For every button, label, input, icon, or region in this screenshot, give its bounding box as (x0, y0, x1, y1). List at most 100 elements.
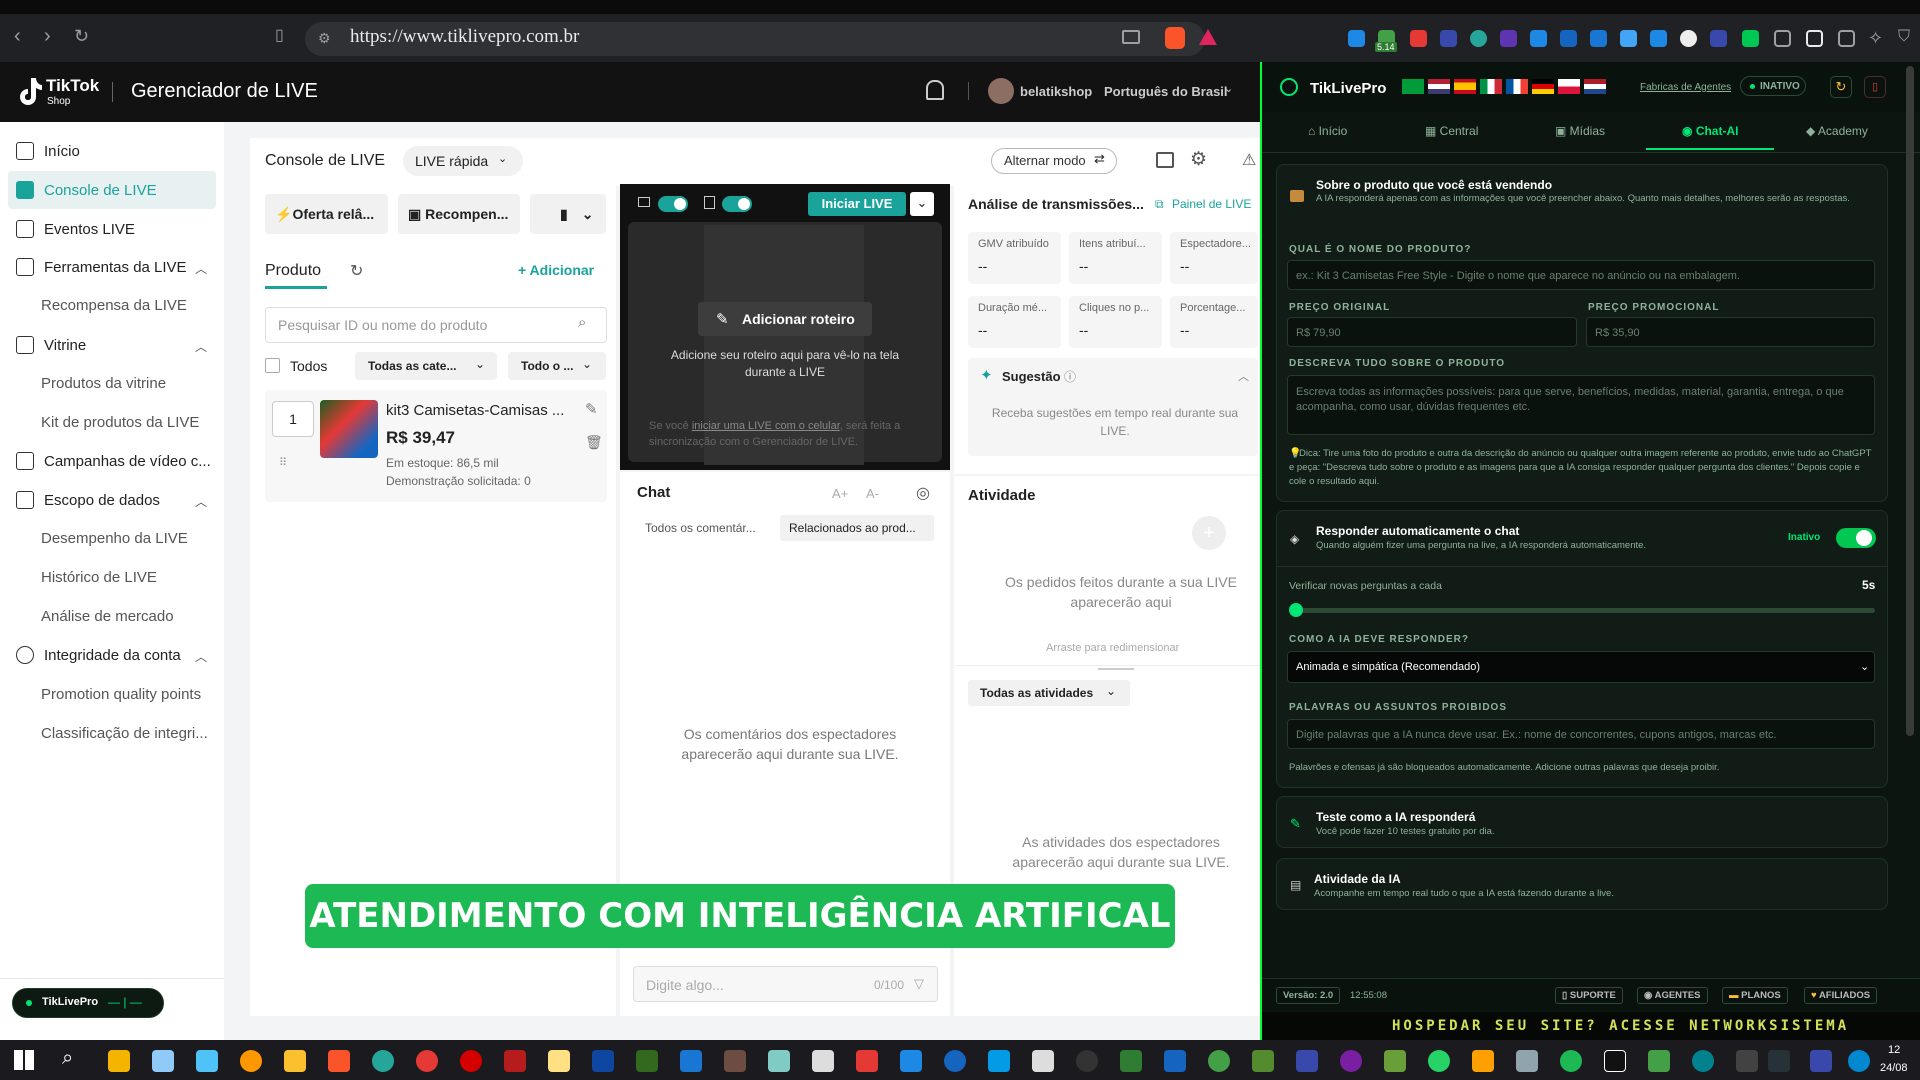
app-icon[interactable] (1848, 1050, 1870, 1072)
app-icon[interactable] (1076, 1050, 1098, 1072)
bookmark-icon[interactable]: ▯ (275, 26, 284, 46)
voicemeeter-icon[interactable] (1768, 1050, 1790, 1072)
app-icon[interactable] (944, 1050, 966, 1072)
sidebar-item-eventos[interactable]: Eventos LIVE (16, 212, 216, 246)
sidebar-subitem[interactable]: Produtos da vitrine (41, 375, 166, 392)
tab-midias[interactable]: ▣ Mídias (1555, 124, 1605, 138)
app-icon[interactable] (1648, 1050, 1670, 1072)
leo-ai-icon[interactable]: ✧ (1868, 28, 1883, 49)
search-icon[interactable]: ⌕ (578, 314, 586, 331)
drag-handle-icon[interactable]: ⠿ (279, 456, 287, 469)
bell-icon[interactable] (926, 80, 944, 100)
chatgpt-icon[interactable] (1680, 30, 1697, 47)
flag-germany-icon[interactable] (1532, 79, 1554, 94)
excel-icon[interactable] (1120, 1050, 1142, 1072)
reward-button[interactable]: ▣ Recompen... (398, 194, 520, 234)
support-button[interactable]: ▯ SUPORTE (1555, 987, 1623, 1004)
avatar[interactable] (988, 78, 1014, 104)
app-icon[interactable] (1516, 1050, 1538, 1072)
scrollbar[interactable] (1906, 66, 1914, 736)
extension-icon[interactable] (1500, 30, 1517, 47)
app-icon[interactable] (240, 1050, 262, 1072)
gear-icon[interactable]: ⚙ (1190, 148, 1207, 171)
folder-icon[interactable] (284, 1050, 306, 1072)
interval-slider-handle[interactable] (1289, 603, 1303, 617)
whatsapp-icon[interactable] (1428, 1050, 1450, 1072)
spotify-icon[interactable] (1560, 1050, 1582, 1072)
skype-icon[interactable] (988, 1050, 1010, 1072)
sidebar-subitem[interactable]: Histórico de LIVE (41, 569, 157, 586)
chevron-up-icon[interactable]: ︿ (195, 648, 207, 665)
app-icon[interactable] (152, 1050, 174, 1072)
agents-factory-link[interactable]: Fabricas de Agentes (1640, 82, 1731, 93)
product-description-textarea[interactable]: Escreva todas as informações possíveis: … (1287, 375, 1875, 435)
language-select[interactable]: Português do Brasil (1104, 84, 1228, 99)
puzzle-icon[interactable] (1774, 30, 1791, 47)
tab-chat-ai[interactable]: ◉ Chat-AI (1682, 124, 1738, 138)
chevron-up-icon[interactable]: ︿ (195, 493, 207, 510)
refresh-icon[interactable]: ↻ (350, 261, 363, 281)
forbidden-words-input[interactable]: Digite palavras que a IA nunca deve usar… (1287, 719, 1875, 749)
sync-link[interactable]: iniciar uma LIVE com o celular (692, 420, 840, 432)
photoshop-icon[interactable] (592, 1050, 614, 1072)
extension-icon[interactable] (1348, 30, 1365, 47)
tab-produto[interactable]: Produto (265, 262, 321, 280)
tab-inicio[interactable]: ⌂ Início (1308, 124, 1347, 138)
tab-academy[interactable]: ◆ Academy (1806, 124, 1868, 138)
sidebar-subitem[interactable]: Análise de mercado (41, 608, 174, 625)
sidebar-subitem[interactable]: Desempenho da LIVE (41, 530, 188, 547)
sidebar-subitem[interactable]: Promotion quality points (41, 686, 201, 703)
cast-icon[interactable] (1122, 30, 1140, 44)
app-icon[interactable] (1032, 1050, 1054, 1072)
promo-price-input[interactable]: R$ 35,90 (1586, 317, 1875, 347)
extension-icon[interactable] (1530, 30, 1547, 47)
sidebar-icon[interactable] (1806, 30, 1823, 47)
offer-button[interactable]: ⚡ Oferta relâ... (265, 194, 388, 234)
app-icon[interactable] (1208, 1050, 1230, 1072)
site-info-icon[interactable]: ⚙ (318, 30, 331, 47)
app-icon[interactable] (1810, 1050, 1832, 1072)
flag-france-icon[interactable] (1506, 79, 1528, 94)
back-icon[interactable]: ‹ (14, 26, 21, 46)
clock-date[interactable]: 24/08 (1880, 1062, 1908, 1074)
sidebar-item-vitrine[interactable]: Vitrine (16, 328, 216, 362)
sidebar-item-integridade[interactable]: Integridade da conta (16, 638, 216, 672)
extension-icon[interactable] (1710, 30, 1727, 47)
add-product-button[interactable]: + Adicionar (518, 262, 594, 278)
edit-icon[interactable]: ✎ (585, 400, 598, 418)
extension-icon[interactable] (1470, 30, 1487, 47)
sidebar-subitem[interactable]: Recompensa da LIVE (41, 297, 187, 314)
interval-slider-track[interactable] (1289, 608, 1875, 613)
reload-icon[interactable]: ↻ (74, 26, 89, 46)
chevron-down-icon[interactable]: ⌄ (910, 192, 934, 216)
extension-icon[interactable] (1560, 30, 1577, 47)
select-all-checkbox[interactable] (265, 358, 280, 373)
extension-icon[interactable] (1410, 30, 1427, 47)
sidebar-item-inicio[interactable]: Início (16, 134, 216, 168)
download-icon[interactable] (1650, 30, 1667, 47)
extension-icon[interactable] (1590, 30, 1607, 47)
sidebar-subitem[interactable]: Classificação de integri... (41, 725, 208, 742)
brave-rewards-icon[interactable] (1199, 29, 1217, 45)
chevron-up-icon[interactable]: ︿ (1238, 368, 1249, 384)
trash-icon[interactable]: 🗑 (585, 434, 603, 451)
vpn-icon[interactable]: ⛉ (1898, 28, 1910, 46)
calculator-icon[interactable] (812, 1050, 834, 1072)
product-index[interactable]: 1 (272, 401, 314, 437)
app-icon[interactable] (1340, 1050, 1362, 1072)
flag-spain-icon[interactable] (1454, 79, 1476, 94)
response-style-select[interactable]: Animada e simpática (Recomendado) (1287, 651, 1875, 683)
url-text[interactable]: https://www.tiklivepro.com.br (350, 26, 579, 48)
panel-link[interactable]: Painel de LIVE (1172, 197, 1251, 211)
word-icon[interactable] (1164, 1050, 1186, 1072)
translate-icon[interactable] (1440, 30, 1457, 47)
external-link-icon[interactable]: ⧉ (1155, 197, 1164, 212)
refresh-icon[interactable]: ↻ (1830, 76, 1852, 98)
flag-poland-icon[interactable] (1558, 79, 1580, 94)
chevron-down-icon[interactable]: ⌄ (1224, 82, 1233, 95)
chrome-icon[interactable] (416, 1050, 438, 1072)
sidebar-item-escopo[interactable]: Escopo de dados (16, 483, 216, 517)
brave-icon[interactable] (328, 1050, 350, 1072)
windows-start-icon[interactable] (14, 1050, 34, 1070)
filezilla-icon[interactable] (504, 1050, 526, 1072)
